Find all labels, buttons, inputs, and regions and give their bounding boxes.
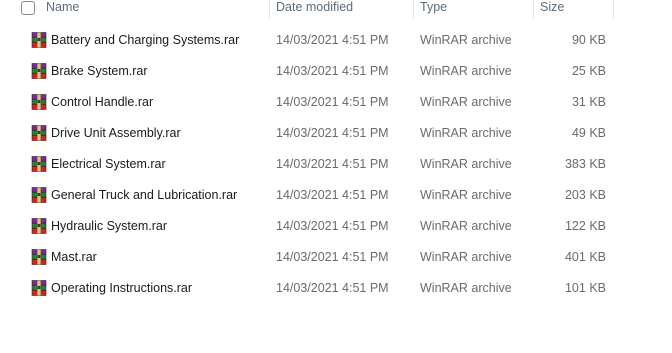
file-row[interactable]: Mast.rar 14/03/2021 4:51 PM WinRAR archive… — [0, 242, 672, 273]
column-header-date-modified[interactable]: Date modified — [276, 0, 353, 19]
file-size: 122 KB — [564, 219, 606, 233]
file-type: WinRAR archive — [420, 64, 512, 78]
file-size: 401 KB — [564, 250, 606, 264]
winrar-archive-icon — [31, 249, 47, 265]
file-size: 25 KB — [571, 64, 606, 78]
file-type: WinRAR archive — [420, 188, 512, 202]
file-row[interactable]: Control Handle.rar 14/03/2021 4:51 PM WinR… — [0, 87, 672, 118]
column-header-size[interactable]: Size — [540, 0, 564, 19]
file-name[interactable]: Mast.rar — [51, 242, 97, 273]
winrar-archive-icon — [31, 280, 47, 296]
file-type: WinRAR archive — [420, 219, 512, 233]
file-name[interactable]: General Truck and Lubrication.rar — [51, 180, 237, 211]
file-type: WinRAR archive — [420, 281, 512, 295]
file-date-modified: 14/03/2021 4:51 PM — [276, 33, 389, 47]
column-divider[interactable] — [613, 0, 614, 19]
file-row[interactable]: Electrical System.rar 14/03/2021 4:51 PM W… — [0, 149, 672, 180]
winrar-archive-icon — [31, 156, 47, 172]
file-date-modified: 14/03/2021 4:51 PM — [276, 64, 389, 78]
file-explorer-list: Name Date modified Type Size Battery and… — [0, 0, 672, 353]
file-date-modified: 14/03/2021 4:51 PM — [276, 126, 389, 140]
select-all-checkbox[interactable] — [21, 1, 35, 15]
file-type: WinRAR archive — [420, 95, 512, 109]
file-name[interactable]: Battery and Charging Systems.rar — [51, 25, 239, 56]
file-row[interactable]: Operating Instructions.rar 14/03/2021 4:5… — [0, 273, 672, 304]
file-row[interactable]: Drive Unit Assembly.rar 14/03/2021 4:51 P… — [0, 118, 672, 149]
file-date-modified: 14/03/2021 4:51 PM — [276, 157, 389, 171]
file-name[interactable]: Drive Unit Assembly.rar — [51, 118, 181, 149]
column-header-type[interactable]: Type — [420, 0, 447, 19]
file-row[interactable]: General Truck and Lubrication.rar 14/03/2… — [0, 180, 672, 211]
file-type: WinRAR archive — [420, 250, 512, 264]
file-size: 90 KB — [571, 33, 606, 47]
file-name[interactable]: Operating Instructions.rar — [51, 273, 192, 304]
column-divider[interactable] — [413, 0, 414, 19]
file-name[interactable]: Brake System.rar — [51, 56, 148, 87]
file-row[interactable]: Brake System.rar 14/03/2021 4:51 PM WinRAR… — [0, 56, 672, 87]
file-size: 49 KB — [571, 126, 606, 140]
file-date-modified: 14/03/2021 4:51 PM — [276, 281, 389, 295]
winrar-archive-icon — [31, 125, 47, 141]
winrar-archive-icon — [31, 63, 47, 79]
file-date-modified: 14/03/2021 4:51 PM — [276, 219, 389, 233]
winrar-archive-icon — [31, 94, 47, 110]
column-divider[interactable] — [269, 0, 270, 19]
file-size: 203 KB — [564, 188, 606, 202]
file-date-modified: 14/03/2021 4:51 PM — [276, 250, 389, 264]
file-name[interactable]: Electrical System.rar — [51, 149, 166, 180]
file-list: Battery and Charging Systems.rar 14/03/20… — [0, 25, 672, 304]
winrar-archive-icon — [31, 187, 47, 203]
column-header-name[interactable]: Name — [46, 0, 79, 19]
column-divider[interactable] — [533, 0, 534, 19]
file-size: 31 KB — [571, 95, 606, 109]
file-date-modified: 14/03/2021 4:51 PM — [276, 95, 389, 109]
file-name[interactable]: Hydraulic System.rar — [51, 211, 167, 242]
file-row[interactable]: Hydraulic System.rar 14/03/2021 4:51 PM Wi… — [0, 211, 672, 242]
file-type: WinRAR archive — [420, 126, 512, 140]
file-row[interactable]: Battery and Charging Systems.rar 14/03/20… — [0, 25, 672, 56]
file-size: 383 KB — [564, 157, 606, 171]
file-date-modified: 14/03/2021 4:51 PM — [276, 188, 389, 202]
file-size: 101 KB — [564, 281, 606, 295]
column-header-bar: Name Date modified Type Size — [0, 0, 672, 19]
file-name[interactable]: Control Handle.rar — [51, 87, 153, 118]
winrar-archive-icon — [31, 32, 47, 48]
file-type: WinRAR archive — [420, 157, 512, 171]
file-type: WinRAR archive — [420, 33, 512, 47]
winrar-archive-icon — [31, 218, 47, 234]
